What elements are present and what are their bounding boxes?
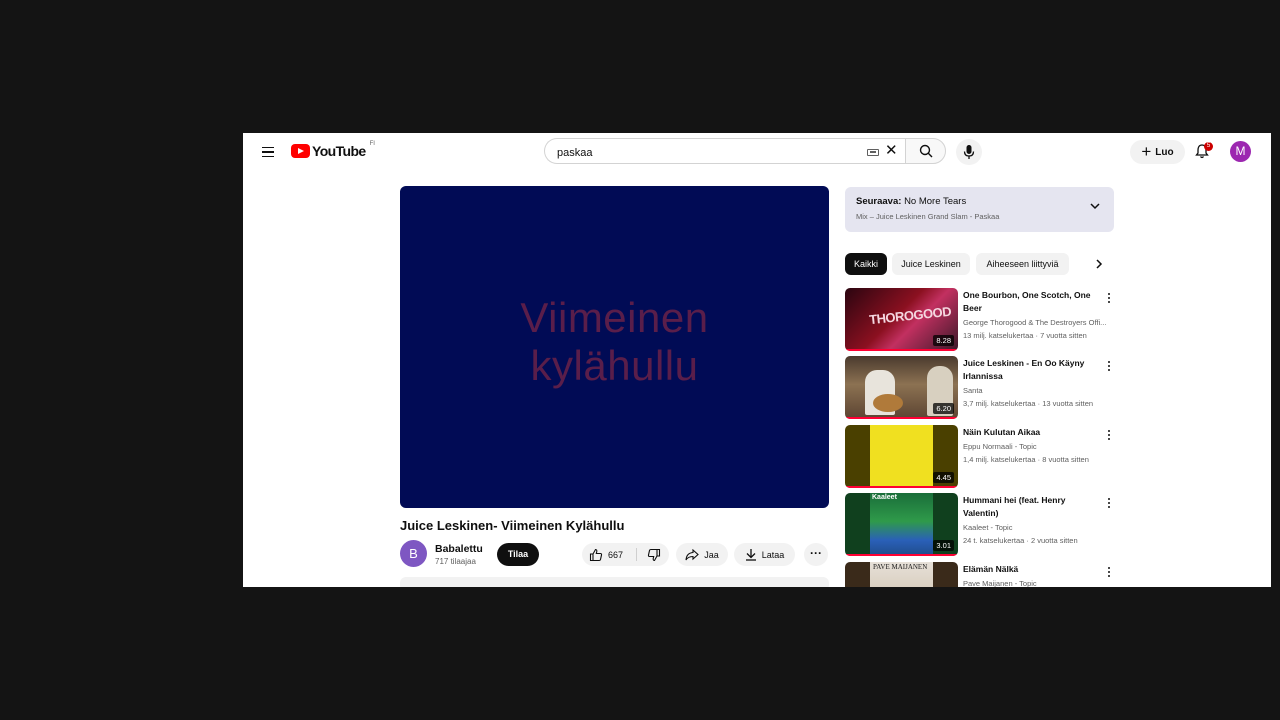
subscriber-count: 717 tilaajaa — [435, 557, 476, 566]
video-thumbnail[interactable]: 6.20 — [845, 356, 958, 419]
duration-badge: 3.01 — [933, 540, 954, 551]
channel-name[interactable]: Babalettu — [435, 543, 483, 555]
video-player[interactable]: Viimeinen kylähullu — [400, 186, 829, 508]
clear-search-icon[interactable]: ✕ — [885, 143, 898, 159]
rec-stats: 13 milj. katselukertaa · 7 vuotta sitten — [963, 331, 1087, 340]
like-button[interactable]: 667 — [582, 543, 632, 566]
duration-badge: 8.28 — [933, 335, 954, 346]
search-icon — [919, 144, 933, 158]
filter-chips: Kaikki Juice Leskinen Aiheeseen liittyvi… — [845, 253, 1114, 275]
video-thumbnail[interactable]: Kaaleet 3.01 — [845, 493, 958, 556]
kebab-menu-icon[interactable] — [1106, 565, 1112, 579]
album-cover — [870, 493, 933, 556]
download-button[interactable]: Lataa — [734, 543, 795, 566]
rec-channel[interactable]: Eppu Normaali - Topic — [963, 441, 1113, 452]
chip-juice-leskinen[interactable]: Juice Leskinen — [892, 253, 970, 275]
recommendation-item[interactable]: THOROGOOD 8.28 One Bourbon, One Scotch, … — [845, 288, 1114, 352]
keyboard-icon[interactable] — [867, 149, 879, 156]
account-avatar[interactable]: M — [1230, 141, 1251, 162]
voice-search-button[interactable] — [956, 139, 982, 165]
kebab-menu-icon[interactable] — [1106, 496, 1112, 510]
rec-channel[interactable]: Pave Maijanen - Topic — [963, 578, 1113, 587]
more-actions-icon[interactable]: ··· — [804, 543, 828, 566]
kebab-menu-icon[interactable] — [1106, 428, 1112, 442]
watch-progress — [845, 486, 958, 488]
masthead: YouTube FI ✕ + Luo 5 M — [243, 133, 1271, 171]
share-button[interactable]: Jaa — [676, 543, 728, 566]
album-cover — [870, 425, 933, 488]
create-button[interactable]: + Luo — [1130, 140, 1185, 164]
video-lyric-text: Viimeinen kylähullu — [400, 294, 829, 390]
up-next-video: No More Tears — [904, 196, 967, 207]
channel-avatar[interactable]: B — [400, 540, 427, 567]
subscribe-button[interactable]: Tilaa — [497, 543, 539, 566]
microphone-icon — [963, 145, 975, 159]
logo-text: YouTube — [312, 143, 366, 159]
recommendation-item[interactable]: Kaaleet 3.01 Hummani hei (feat. Henry Va… — [845, 493, 1114, 557]
watch-progress — [845, 349, 958, 351]
create-label: Luo — [1155, 146, 1174, 158]
plus-icon: + — [1141, 142, 1152, 161]
share-label: Jaa — [704, 549, 719, 560]
thumbnail-text: Kaaleet — [872, 494, 897, 501]
dislike-button[interactable] — [641, 543, 667, 566]
rec-stats: 24 t. katselukertaa · 2 vuotta sitten — [963, 536, 1078, 545]
download-label: Lataa — [761, 549, 785, 560]
description-box[interactable] — [400, 577, 829, 587]
rec-title[interactable]: Hummani hei (feat. Henry Valentin) — [963, 494, 1103, 519]
search-input[interactable] — [555, 144, 849, 162]
kebab-menu-icon[interactable] — [1106, 359, 1112, 373]
youtube-window: YouTube FI ✕ + Luo 5 M Viimeinen kylähul… — [243, 133, 1271, 587]
up-next-subtitle: Mix – Juice Leskinen Grand Slam - Paskaa — [856, 212, 1000, 221]
rec-channel[interactable]: George Thorogood & The Destroyers Offi..… — [963, 317, 1113, 328]
lyric-line-1: Viimeinen — [520, 294, 709, 341]
rec-channel[interactable]: Kaaleet - Topic — [963, 522, 1113, 533]
rec-stats: 3,7 milj. katselukertaa · 13 vuotta sitt… — [963, 399, 1094, 408]
video-title: Juice Leskinen- Viimeinen Kylähullu — [400, 518, 625, 533]
duration-badge: 4.45 — [933, 472, 954, 483]
rec-title[interactable]: Juice Leskinen - En Oo Käyny Irlannissa — [963, 357, 1103, 382]
rec-stats: 1,4 milj. katselukertaa · 8 vuotta sitte… — [963, 455, 1089, 464]
thumbnail-text: PAVE MAIJANEN — [873, 563, 928, 571]
like-count: 667 — [608, 549, 624, 560]
youtube-play-icon — [291, 144, 310, 158]
notification-badge: 5 — [1204, 142, 1213, 151]
video-thumbnail[interactable]: THOROGOOD 8.28 — [845, 288, 958, 351]
duration-badge: 6.20 — [933, 403, 954, 414]
search-box: ✕ — [544, 138, 905, 164]
logo-country-code: FI — [369, 141, 375, 147]
share-icon — [685, 548, 700, 560]
like-dislike-group: 667 — [582, 543, 669, 566]
rec-title[interactable]: Näin Kulutan Aikaa — [963, 426, 1103, 439]
lyric-line-2: kylähullu — [530, 342, 699, 389]
thumbs-up-icon — [589, 548, 603, 561]
rec-title[interactable]: One Bourbon, One Scotch, One Beer — [963, 289, 1103, 314]
thumbs-down-icon — [647, 548, 661, 561]
recommendation-item[interactable]: 6.20 Juice Leskinen - En Oo Käyny Irlann… — [845, 356, 1114, 420]
hamburger-menu-icon[interactable] — [258, 142, 278, 162]
thumbnail-text: THOROGOOD — [868, 303, 952, 328]
chevron-down-icon[interactable] — [1089, 200, 1101, 212]
thumbnail-guitar — [873, 394, 903, 412]
download-icon — [745, 549, 756, 561]
up-next-prefix: Seuraava: — [856, 196, 902, 207]
chip-all[interactable]: Kaikki — [845, 253, 887, 275]
like-divider — [636, 548, 637, 561]
recommendation-item[interactable]: 4.45 Näin Kulutan Aikaa Eppu Normaali - … — [845, 425, 1114, 489]
chip-related[interactable]: Aiheeseen liittyviä — [976, 253, 1069, 275]
rec-channel[interactable]: Santa — [963, 385, 1113, 396]
rec-title[interactable]: Elämän Nälkä — [963, 563, 1103, 576]
watch-progress — [845, 554, 958, 556]
watch-progress — [845, 417, 958, 419]
up-next-title: Seuraava: No More Tears — [856, 196, 966, 207]
recommendation-item[interactable]: PAVE MAIJANEN Elämän Nälkä Pave Maijanen… — [845, 562, 1114, 587]
up-next-panel[interactable]: Seuraava: No More Tears Mix – Juice Lesk… — [845, 187, 1114, 232]
search-button[interactable] — [905, 138, 946, 164]
kebab-menu-icon[interactable] — [1106, 291, 1112, 305]
video-thumbnail[interactable]: 4.45 — [845, 425, 958, 488]
chevron-right-icon[interactable] — [1093, 258, 1105, 270]
video-thumbnail[interactable]: PAVE MAIJANEN — [845, 562, 958, 587]
youtube-logo[interactable]: YouTube FI — [291, 141, 375, 159]
